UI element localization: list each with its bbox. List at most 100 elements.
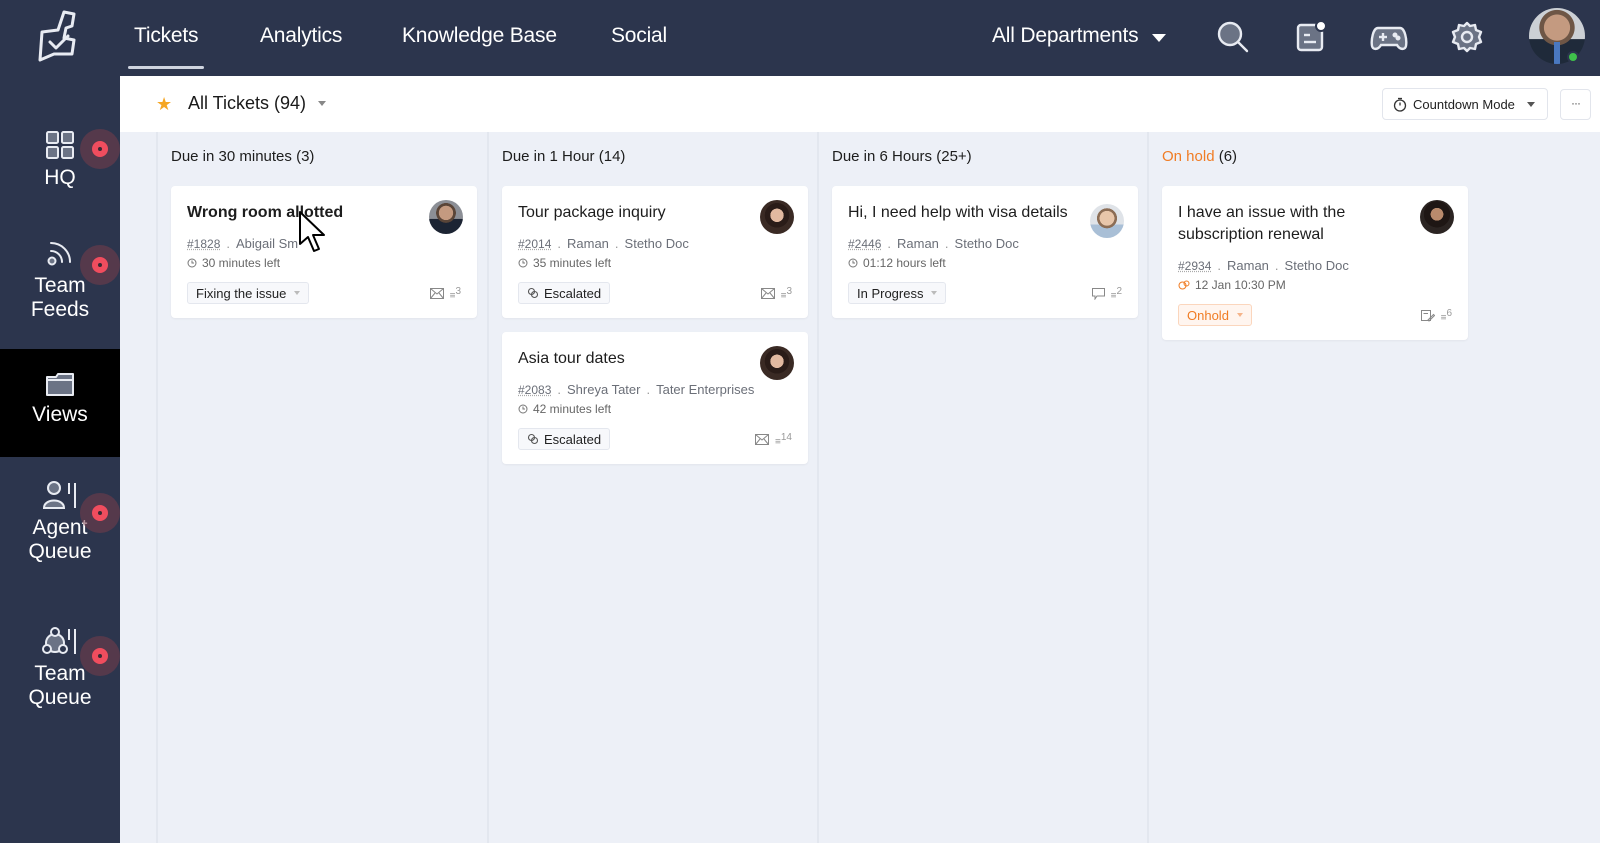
grid-icon <box>46 131 74 159</box>
ticket-card[interactable]: I have an issue with the subscription re… <box>1162 186 1468 340</box>
desk-logo-icon[interactable] <box>34 8 82 62</box>
online-status-indicator <box>1567 51 1579 63</box>
account-name[interactable]: Stetho Doc <box>955 236 1019 251</box>
ticket-meta: #2014. Raman. Stetho Doc <box>518 236 689 251</box>
chevron-down-icon[interactable] <box>318 101 326 106</box>
ticket-card[interactable]: Tour package inquiry #2014. Raman. Stetho … <box>502 186 808 318</box>
kanban-board: Due in 30 minutes (3) Wrong room allotte… <box>120 132 1600 843</box>
status-label: Escalated <box>544 285 602 301</box>
ticket-subject[interactable]: Wrong room allotted <box>187 202 417 224</box>
due-time: 35 minutes left <box>518 256 611 270</box>
top-navigation-bar: Tickets Analytics Knowledge Base Social … <box>0 0 1600 76</box>
time-left: 01:12 hours left <box>863 256 946 270</box>
time-left: 30 minutes left <box>202 256 281 270</box>
sidebar-label-views: Views <box>32 403 88 426</box>
ticket-subject[interactable]: Tour package inquiry <box>518 202 748 224</box>
chevron-down-icon <box>1526 101 1535 107</box>
chevron-down-icon[interactable] <box>1152 34 1166 42</box>
ticket-subject[interactable]: I have an issue with the subscription re… <box>1178 202 1388 246</box>
ticket-meta: #2446. Raman. Stetho Doc <box>848 236 1019 251</box>
ticket-meta: #2083. Shreya Tater. Tater Enterprises <box>518 382 755 397</box>
status-label: In Progress <box>857 285 924 301</box>
tab-tickets[interactable]: Tickets <box>127 24 205 69</box>
column-header-due-6-hours: Due in 6 Hours (25+) <box>832 148 972 165</box>
sidebar-label-hq: HQ <box>44 166 76 189</box>
status-dropdown[interactable]: Escalated <box>518 428 611 450</box>
ticket-subject[interactable]: Asia tour dates <box>518 348 748 370</box>
column-divider <box>817 132 819 843</box>
on-hold-clock-icon <box>1178 280 1190 290</box>
status-dropdown[interactable]: Onhold <box>1178 304 1252 326</box>
status-label: Escalated <box>544 431 602 447</box>
column-header-due-1-hour: Due in 1 Hour (14) <box>502 148 625 165</box>
ticket-id[interactable]: #1828 <box>187 237 220 251</box>
thread-count: ≡14 <box>775 432 792 448</box>
ticket-id[interactable]: #2014 <box>518 237 551 251</box>
tab-analytics[interactable]: Analytics <box>260 24 342 48</box>
assignee-avatar[interactable] <box>760 200 794 234</box>
sidebar-label-queue: Queue <box>28 540 92 563</box>
status-dropdown[interactable]: Fixing the issue <box>187 282 310 304</box>
card-footer-icons: ≡14 <box>755 432 792 447</box>
status-dropdown[interactable]: Escalated <box>518 282 611 304</box>
due-time: 12 Jan 10:30 PM <box>1178 278 1286 292</box>
column-count: (25+) <box>936 148 972 165</box>
notifications-icon[interactable] <box>1294 20 1328 54</box>
ticket-card[interactable]: Wrong room allotted #1828. Abigail Sm 30 … <box>171 186 477 318</box>
due-time: 42 minutes left <box>518 402 611 416</box>
contact-name[interactable]: Raman <box>1227 258 1269 273</box>
chat-icon <box>1091 287 1105 300</box>
ticket-card[interactable]: Hi, I need help with visa details #2446.… <box>832 186 1138 318</box>
notification-badge <box>80 636 120 676</box>
view-selector[interactable]: All Tickets (94) <box>188 93 306 114</box>
account-name[interactable]: Tater Enterprises <box>656 382 754 397</box>
assignee-avatar[interactable] <box>429 200 463 234</box>
assignee-avatar[interactable] <box>760 346 794 380</box>
column-title: Due in 1 Hour <box>502 148 595 165</box>
column-divider <box>1147 132 1149 843</box>
sidebar-label-queue: Queue <box>28 686 92 709</box>
settings-icon[interactable] <box>1450 20 1484 54</box>
sidebar-item-views[interactable]: Views <box>0 349 120 457</box>
email-icon <box>760 288 775 300</box>
notification-badge <box>80 493 120 533</box>
countdown-mode-button[interactable]: Countdown Mode <box>1382 88 1548 120</box>
ticket-card[interactable]: Asia tour dates #2083. Shreya Tater. Tater… <box>502 332 808 464</box>
agent-queue-icon <box>42 481 76 509</box>
clock-icon <box>848 258 858 268</box>
more-options-button[interactable]: ··· <box>1560 89 1591 120</box>
gamification-icon[interactable] <box>1370 20 1408 54</box>
tab-social[interactable]: Social <box>611 24 667 48</box>
notification-badge <box>80 245 120 285</box>
email-icon <box>755 434 770 446</box>
column-count: (6) <box>1218 148 1238 165</box>
contact-name[interactable]: Shreya Tater <box>567 382 640 397</box>
left-sidebar: HQ Team Feeds Views Agent Queue Team Que… <box>0 76 120 843</box>
assignee-avatar[interactable] <box>1420 200 1454 234</box>
clock-icon <box>518 258 528 268</box>
department-selector[interactable]: All Departments <box>992 24 1139 48</box>
ticket-id[interactable]: #2446 <box>848 237 881 251</box>
chevron-down-icon <box>294 291 301 295</box>
column-divider <box>156 132 158 843</box>
contact-name[interactable]: Raman <box>567 236 609 251</box>
assignee-avatar[interactable] <box>1090 204 1124 238</box>
search-icon[interactable] <box>1216 20 1250 54</box>
countdown-mode-label: Countdown Mode <box>1413 96 1515 112</box>
contact-name[interactable]: Raman <box>897 236 939 251</box>
clock-icon <box>518 404 528 414</box>
sidebar-label-feeds: Feeds <box>30 298 90 321</box>
tab-knowledge-base[interactable]: Knowledge Base <box>402 24 557 48</box>
contact-name[interactable]: Abigail Sm <box>236 236 298 251</box>
ticket-id[interactable]: #2083 <box>518 383 551 397</box>
ticket-subject[interactable]: Hi, I need help with visa details <box>848 202 1088 224</box>
ticket-id[interactable]: #2934 <box>1178 259 1211 273</box>
ticket-meta: #2934. Raman. Stetho Doc <box>1178 258 1349 273</box>
favorite-star-icon[interactable]: ★ <box>156 94 172 115</box>
time-left: 42 minutes left <box>533 402 612 416</box>
feed-icon <box>47 242 71 266</box>
ticket-meta: #1828. Abigail Sm <box>187 236 299 251</box>
status-dropdown[interactable]: In Progress <box>848 282 947 304</box>
account-name[interactable]: Stetho Doc <box>1285 258 1349 273</box>
account-name[interactable]: Stetho Doc <box>625 236 689 251</box>
